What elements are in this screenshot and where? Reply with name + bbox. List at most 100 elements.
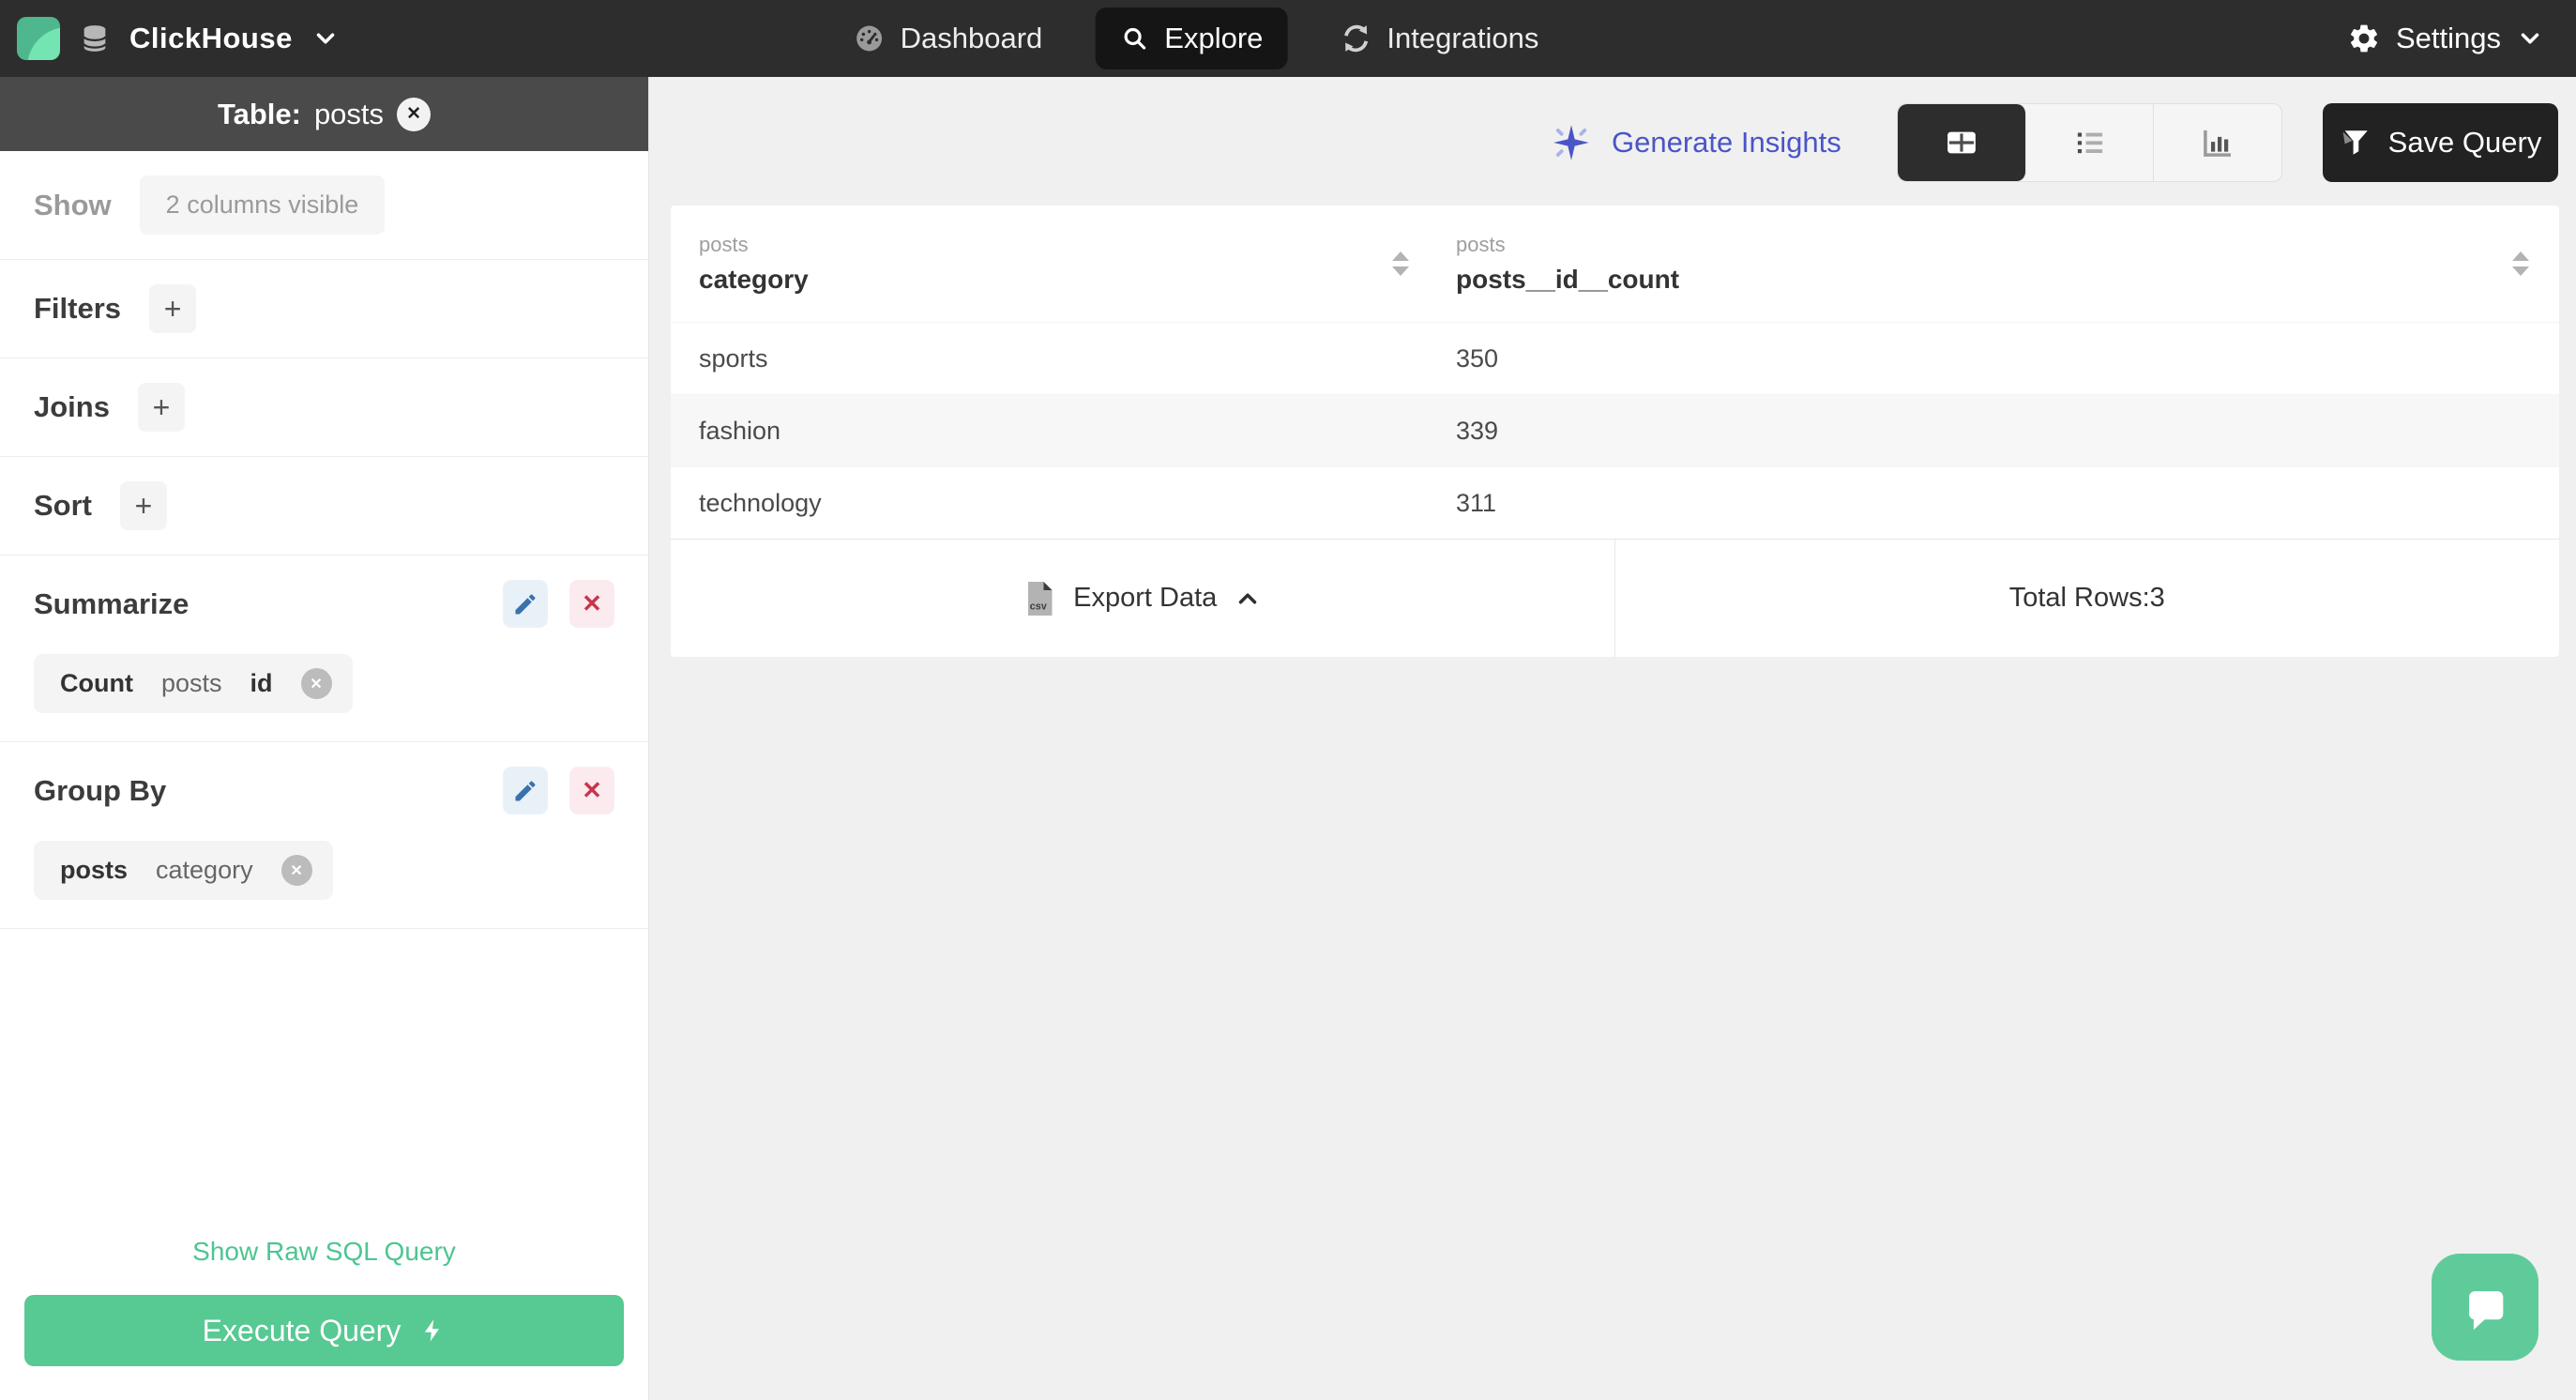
list-view-icon: [2070, 123, 2110, 162]
results-table-footer: csv Export Data Total Rows:3: [671, 539, 2559, 657]
table-view-icon: [1942, 123, 1981, 162]
summarize-label: Summarize: [34, 586, 189, 620]
results-table-header: posts category posts posts__id__count: [671, 205, 2559, 322]
database-selector[interactable]: ClickHouse: [0, 17, 340, 60]
tab-dashboard-label: Dashboard: [900, 22, 1043, 54]
generate-insights-label: Generate Insights: [1612, 126, 1841, 159]
summarize-chip: Count posts id ✕: [34, 654, 353, 713]
column-name: posts__id__count: [1456, 265, 1680, 294]
remove-group-by-chip-button[interactable]: ✕: [280, 855, 312, 886]
table-label: Table:: [217, 97, 301, 130]
joins-label: Joins: [34, 390, 110, 423]
pencil-icon: [512, 778, 538, 804]
svg-text:csv: csv: [1030, 601, 1047, 612]
query-builder-sidebar: Table: posts ✕ Show 2 columns visible Fi…: [0, 77, 649, 1400]
speech-bubble-icon: [2458, 1280, 2512, 1334]
results-table-card: posts category posts posts__id__count sp…: [671, 205, 2559, 657]
tab-integrations-label: Integrations: [1386, 22, 1539, 54]
chip-column-name: category: [156, 856, 253, 884]
x-icon: ✕: [582, 589, 602, 617]
chevron-down-icon: [2516, 24, 2544, 53]
lightning-icon: [419, 1317, 446, 1344]
chart-view-button[interactable]: [2154, 104, 2281, 181]
group-by-label: Group By: [34, 773, 167, 807]
sort-label: Sort: [34, 489, 92, 522]
app-root: ClickHouse Dashboard Explore Integration…: [0, 0, 2576, 1400]
settings-menu[interactable]: Settings: [2347, 22, 2576, 55]
results-area: Generate Insights Save Query posts categ…: [649, 77, 2576, 1400]
sort-toggle-count[interactable]: [2512, 251, 2529, 276]
edit-summarize-button[interactable]: [503, 580, 548, 628]
chat-widget-button[interactable]: [2432, 1254, 2538, 1361]
remove-summarize-chip-button[interactable]: ✕: [300, 668, 332, 699]
csv-file-icon: csv: [1023, 580, 1056, 617]
add-join-button[interactable]: +: [137, 383, 185, 432]
show-label: Show: [34, 188, 112, 221]
cell-category: technology: [699, 488, 822, 517]
export-data-button[interactable]: csv Export Data: [671, 540, 1615, 657]
generate-insights-button[interactable]: Generate Insights: [1550, 103, 1841, 182]
aggregate-name: Count: [60, 669, 133, 697]
column-name: category: [699, 265, 809, 294]
remove-table-button[interactable]: ✕: [397, 97, 432, 131]
tab-integrations[interactable]: Integrations: [1315, 8, 1563, 69]
execute-query-button[interactable]: Execute Query: [24, 1295, 624, 1366]
gauge-icon: [854, 23, 886, 54]
pencil-icon: [512, 591, 538, 617]
table-row: sports 350: [671, 322, 2559, 394]
save-query-button[interactable]: Save Query: [2323, 103, 2558, 182]
summarize-section: Summarize ✕ Count posts id ✕: [0, 555, 648, 742]
cell-count: 311: [1456, 488, 1497, 517]
brand-name: ClickHouse: [129, 22, 293, 54]
chip-table-name: posts: [60, 856, 129, 884]
total-rows-label: Total Rows:3: [2008, 583, 2165, 613]
funnel-icon: [2340, 127, 2371, 159]
sort-section: Sort +: [0, 457, 648, 555]
group-by-chip: posts category ✕: [34, 841, 333, 900]
settings-label: Settings: [2395, 22, 2501, 54]
column-header-category: posts category: [671, 205, 1435, 322]
table-row: fashion 339: [671, 394, 2559, 466]
selected-table-header: Table: posts ✕: [0, 77, 648, 151]
tab-explore-label: Explore: [1164, 22, 1264, 54]
database-icon: [79, 23, 111, 54]
list-view-button[interactable]: [2026, 104, 2155, 181]
columns-visible-pill[interactable]: 2 columns visible: [139, 175, 386, 235]
table-name: posts: [313, 97, 385, 130]
chevron-up-icon: [1234, 585, 1262, 613]
x-icon: ✕: [582, 776, 602, 804]
view-toggle-group: [1897, 103, 2282, 182]
show-raw-sql-link[interactable]: Show Raw SQL Query: [0, 1237, 648, 1267]
add-filter-button[interactable]: +: [149, 284, 197, 333]
table-row: technology 311: [671, 466, 2559, 539]
show-section: Show 2 columns visible: [0, 151, 648, 260]
sort-toggle-category[interactable]: [1392, 251, 1409, 276]
column-table-name: posts: [699, 233, 749, 256]
sync-icon: [1340, 23, 1371, 54]
remove-summarize-button[interactable]: ✕: [569, 580, 614, 628]
app-logo: [17, 17, 60, 60]
execute-query-label: Execute Query: [202, 1313, 402, 1347]
joins-section: Joins +: [0, 358, 648, 457]
cell-count: 350: [1456, 343, 1499, 373]
group-by-section: Group By ✕ posts category ✕: [0, 742, 648, 929]
tab-explore[interactable]: Explore: [1095, 8, 1288, 69]
total-rows-indicator: Total Rows:3: [1615, 540, 2560, 657]
filters-label: Filters: [34, 292, 122, 325]
results-toolbar: Generate Insights Save Query: [649, 103, 2576, 182]
add-sort-button[interactable]: +: [120, 481, 167, 530]
export-data-label: Export Data: [1073, 583, 1218, 613]
tab-dashboard[interactable]: Dashboard: [829, 8, 1068, 69]
cell-category: fashion: [699, 416, 781, 445]
save-query-label: Save Query: [2387, 126, 2542, 159]
table-view-button[interactable]: [1898, 104, 2026, 181]
remove-group-by-button[interactable]: ✕: [569, 767, 614, 814]
filters-section: Filters +: [0, 260, 648, 358]
top-nav: ClickHouse Dashboard Explore Integration…: [0, 0, 2576, 77]
cell-count: 339: [1456, 416, 1499, 445]
sparkle-icon: [1550, 121, 1593, 164]
column-header-count: posts posts__id__count: [1435, 205, 2559, 322]
edit-group-by-button[interactable]: [503, 767, 548, 814]
gear-icon: [2347, 22, 2381, 55]
